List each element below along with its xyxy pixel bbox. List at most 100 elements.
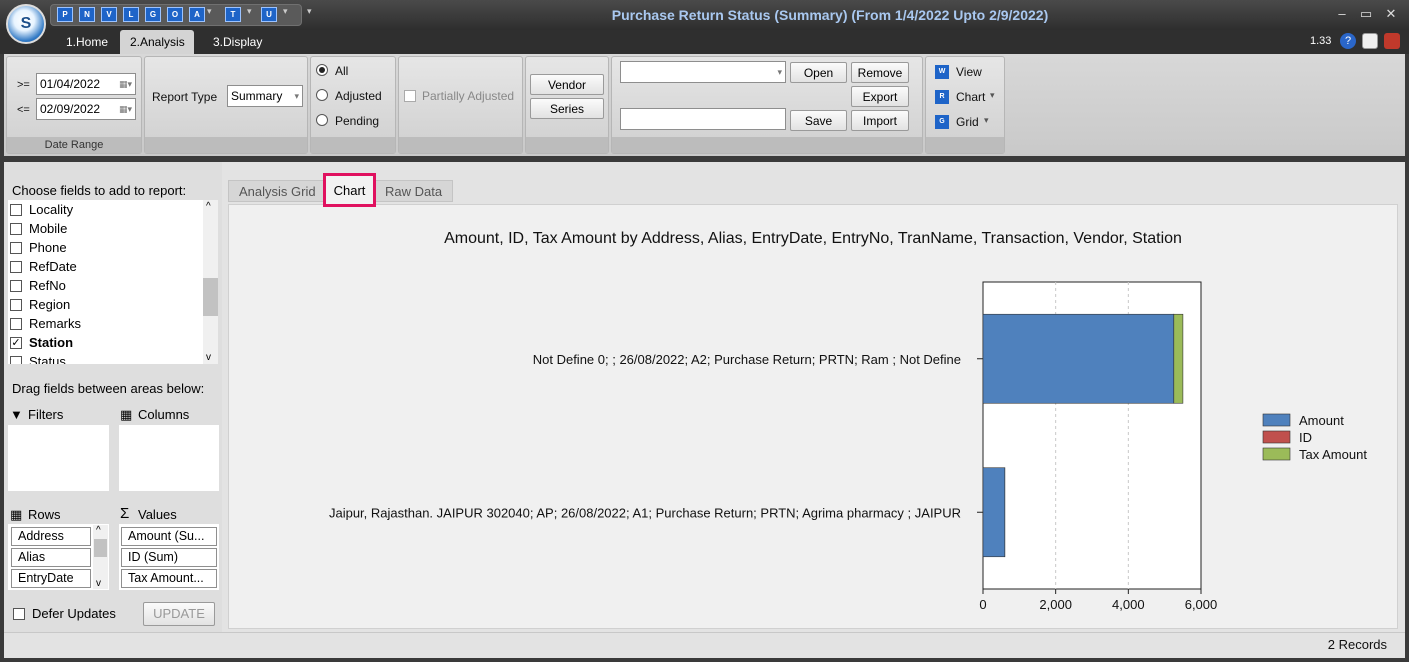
chevron-down-icon[interactable]: ▾ — [207, 6, 212, 17]
series-button[interactable]: Series — [530, 98, 604, 119]
bar-amount — [982, 313, 1175, 404]
quick-access-o-button[interactable]: O — [167, 7, 183, 22]
tab-analysis-grid[interactable]: Analysis Grid — [228, 180, 327, 202]
field-checkbox[interactable] — [10, 317, 22, 330]
field-item[interactable]: RefDate — [10, 257, 77, 276]
radio-adjusted-label[interactable]: Adjusted — [335, 89, 382, 103]
group-caption — [145, 137, 307, 153]
tab-chart[interactable]: Chart — [323, 173, 376, 207]
radio-all[interactable] — [316, 64, 328, 76]
chevron-down-icon[interactable]: ▾ — [990, 90, 995, 101]
x-tick-label: 2,000 — [1039, 597, 1072, 612]
chevron-down-icon[interactable]: ▾ — [307, 6, 312, 17]
report-type-select[interactable]: Summary ▾ — [227, 85, 303, 107]
radio-pending-label[interactable]: Pending — [335, 114, 379, 128]
field-item[interactable]: RefNo — [10, 276, 66, 295]
date-range-caption: Date Range — [7, 137, 141, 153]
quick-access-u-button[interactable]: U — [261, 7, 277, 22]
chevron-down-icon[interactable]: ▾ — [984, 115, 989, 126]
open-button[interactable]: Open — [790, 62, 847, 83]
layout-select[interactable]: ▾ — [620, 61, 786, 83]
scroll-up-icon[interactable]: ^ — [96, 525, 101, 536]
close-icon[interactable]: ✕ — [1381, 6, 1401, 22]
quick-access-t-button[interactable]: T — [225, 7, 241, 22]
field-item[interactable]: Mobile — [10, 219, 67, 238]
import-button[interactable]: Import — [851, 110, 909, 131]
field-item[interactable]: Region — [10, 295, 70, 314]
defer-updates-checkbox[interactable] — [13, 608, 25, 620]
scroll-up-icon[interactable]: ^ — [206, 201, 211, 212]
scroll-down-icon[interactable]: v — [96, 578, 101, 589]
vendor-button[interactable]: Vendor — [530, 74, 604, 95]
calendar-dropdown-icon[interactable]: ▦▾ — [119, 99, 132, 119]
field-checkbox[interactable] — [10, 279, 22, 292]
ribbon-tab-display[interactable]: 3.Display — [203, 30, 272, 54]
field-list-scrollbar[interactable]: ^ v — [203, 200, 218, 364]
help-icon[interactable]: ? — [1340, 33, 1356, 49]
quick-access-n-button[interactable]: N — [79, 7, 95, 22]
partially-adjusted-checkbox[interactable] — [404, 90, 416, 102]
filters-area[interactable] — [8, 425, 109, 491]
field-item[interactable]: Remarks — [10, 314, 81, 333]
from-date-field[interactable]: 01/04/2022 ▦▾ — [36, 73, 136, 95]
field-checkbox[interactable] — [10, 203, 22, 216]
field-list[interactable]: Locality Mobile Phone RefDate RefNo Region Rem… — [8, 200, 218, 364]
field-checkbox[interactable] — [10, 260, 22, 273]
radio-all-label[interactable]: All — [335, 64, 348, 78]
values-pill-amount[interactable]: Amount (Su... — [121, 527, 217, 546]
defer-updates-label[interactable]: Defer Updates — [32, 606, 116, 621]
quick-access-p-button[interactable]: P — [57, 7, 73, 22]
field-item[interactable]: Locality — [10, 200, 73, 219]
rows-scrollbar[interactable]: ^ v — [93, 525, 108, 589]
update-button[interactable]: UPDATE — [143, 602, 215, 626]
scroll-down-icon[interactable]: v — [206, 352, 211, 363]
app-logo[interactable]: S — [6, 4, 46, 44]
chart-icon[interactable]: R — [935, 90, 949, 104]
radio-pending[interactable] — [316, 114, 328, 126]
values-pill-tax[interactable]: Tax Amount... — [121, 569, 217, 588]
field-label: Station — [29, 335, 74, 350]
field-item[interactable]: Status — [10, 352, 66, 364]
field-checkbox[interactable] — [10, 222, 22, 235]
view-button[interactable]: View — [956, 65, 982, 79]
view-icon[interactable]: W — [935, 65, 949, 79]
grid-icon[interactable]: G — [935, 115, 949, 129]
maximize-icon[interactable]: ▭ — [1356, 6, 1376, 22]
category-label: Jaipur, Rajasthan. JAIPUR 302040; AP; 26… — [329, 505, 961, 520]
rows-pill-address[interactable]: Address — [11, 527, 91, 546]
chevron-down-icon[interactable]: ▾ — [247, 6, 252, 17]
rows-pill-alias[interactable]: Alias — [11, 548, 91, 567]
columns-area[interactable] — [119, 425, 219, 491]
quick-access-v-button[interactable]: V — [101, 7, 117, 22]
field-checkbox[interactable] — [10, 355, 22, 364]
minimize-icon[interactable]: ‒ — [1332, 6, 1352, 21]
ribbon-tab-home[interactable]: 1.Home — [56, 30, 118, 54]
document-icon[interactable] — [1362, 33, 1378, 49]
save-button[interactable]: Save — [790, 110, 847, 131]
values-pill-id[interactable]: ID (Sum) — [121, 548, 217, 567]
exit-icon[interactable] — [1384, 33, 1400, 49]
scroll-thumb[interactable] — [203, 278, 218, 316]
quick-access-g-button[interactable]: G — [145, 7, 161, 22]
export-button[interactable]: Export — [851, 86, 909, 107]
quick-access-l-button[interactable]: L — [123, 7, 139, 22]
layout-name-input[interactable] — [620, 108, 786, 130]
field-checkbox[interactable] — [10, 241, 22, 254]
quick-access-a-button[interactable]: A — [189, 7, 205, 22]
scroll-thumb[interactable] — [94, 539, 107, 557]
calendar-dropdown-icon[interactable]: ▦▾ — [119, 74, 132, 94]
chevron-down-icon[interactable]: ▾ — [283, 6, 288, 17]
status-bar — [4, 632, 1405, 658]
grid-button[interactable]: Grid — [956, 115, 979, 129]
to-date-field[interactable]: 02/09/2022 ▦▾ — [36, 98, 136, 120]
remove-button[interactable]: Remove — [851, 62, 909, 83]
field-item[interactable]: ✓ Station — [10, 333, 73, 352]
radio-adjusted[interactable] — [316, 89, 328, 101]
tab-raw-data[interactable]: Raw Data — [374, 180, 454, 202]
chart-button[interactable]: Chart — [956, 90, 985, 104]
field-item[interactable]: Phone — [10, 238, 67, 257]
rows-pill-entrydate[interactable]: EntryDate — [11, 569, 91, 588]
ribbon-tab-analysis[interactable]: 2.Analysis — [120, 30, 194, 54]
field-checkbox[interactable]: ✓ — [10, 336, 22, 349]
field-checkbox[interactable] — [10, 298, 22, 311]
